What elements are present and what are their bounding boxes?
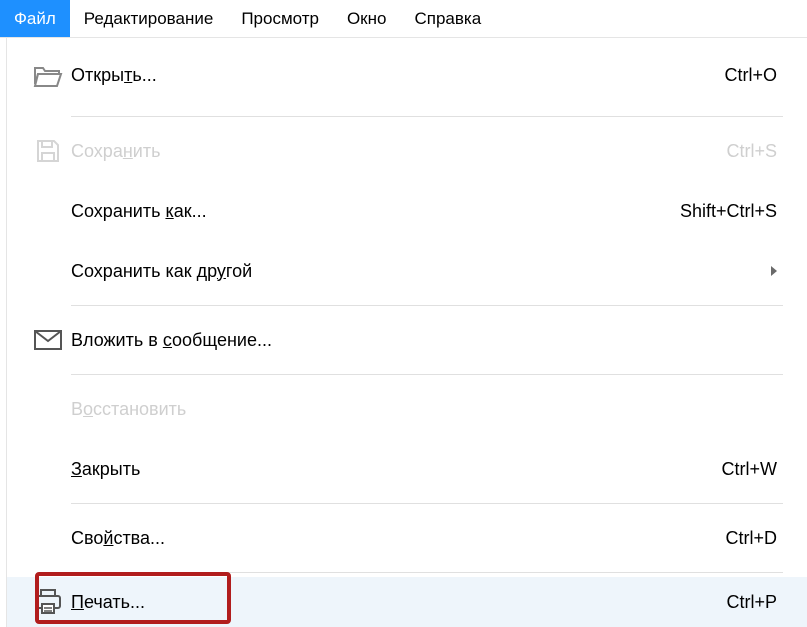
menu-separator	[71, 572, 783, 573]
menu-close[interactable]: Закрыть Ctrl+W	[7, 439, 807, 499]
menu-print-shortcut: Ctrl+P	[726, 592, 777, 613]
menubar-edit[interactable]: Редактирование	[70, 0, 228, 37]
menu-revert-label: Восстановить	[71, 399, 777, 420]
menu-revert: Восстановить	[7, 379, 807, 439]
menubar: Файл Редактирование Просмотр Окно Справк…	[0, 0, 807, 38]
menubar-window[interactable]: Окно	[333, 0, 401, 37]
menu-save-as-other[interactable]: Сохранить как другой	[7, 241, 807, 301]
menu-open-shortcut: Ctrl+O	[724, 65, 777, 86]
submenu-arrow-icon	[771, 266, 777, 276]
printer-icon	[25, 589, 71, 615]
folder-open-icon	[25, 62, 71, 88]
menu-save-shortcut: Ctrl+S	[726, 141, 777, 162]
menu-save-as-other-label: Сохранить как другой	[71, 261, 771, 282]
menu-attach-email[interactable]: Вложить в сообщение...	[7, 310, 807, 370]
menubar-view[interactable]: Просмотр	[227, 0, 333, 37]
menu-print[interactable]: Печать... Ctrl+P	[7, 577, 807, 627]
envelope-icon	[25, 330, 71, 350]
menu-save: Сохранить Ctrl+S	[7, 121, 807, 181]
menu-separator	[71, 374, 783, 375]
save-icon	[25, 138, 71, 164]
menu-save-label: Сохранить	[71, 141, 726, 162]
menubar-file[interactable]: Файл	[0, 0, 70, 37]
menu-close-label: Закрыть	[71, 459, 722, 480]
menu-open[interactable]: Открыть... Ctrl+O	[7, 38, 807, 112]
menu-save-as-label: Сохранить как...	[71, 201, 680, 222]
menubar-help[interactable]: Справка	[400, 0, 495, 37]
menu-separator	[71, 305, 783, 306]
menu-close-shortcut: Ctrl+W	[722, 459, 778, 480]
menu-save-as[interactable]: Сохранить как... Shift+Ctrl+S	[7, 181, 807, 241]
menu-properties[interactable]: Свойства... Ctrl+D	[7, 508, 807, 568]
menu-print-label: Печать...	[71, 592, 726, 613]
file-menu-dropdown: Открыть... Ctrl+O Сохранить Ctrl+S Сохра…	[6, 38, 807, 627]
menu-properties-shortcut: Ctrl+D	[725, 528, 777, 549]
menu-open-label: Открыть...	[71, 65, 724, 86]
menu-separator	[71, 503, 783, 504]
menu-properties-label: Свойства...	[71, 528, 725, 549]
menu-save-as-shortcut: Shift+Ctrl+S	[680, 201, 777, 222]
menu-attach-email-label: Вложить в сообщение...	[71, 330, 777, 351]
menu-separator	[71, 116, 783, 117]
